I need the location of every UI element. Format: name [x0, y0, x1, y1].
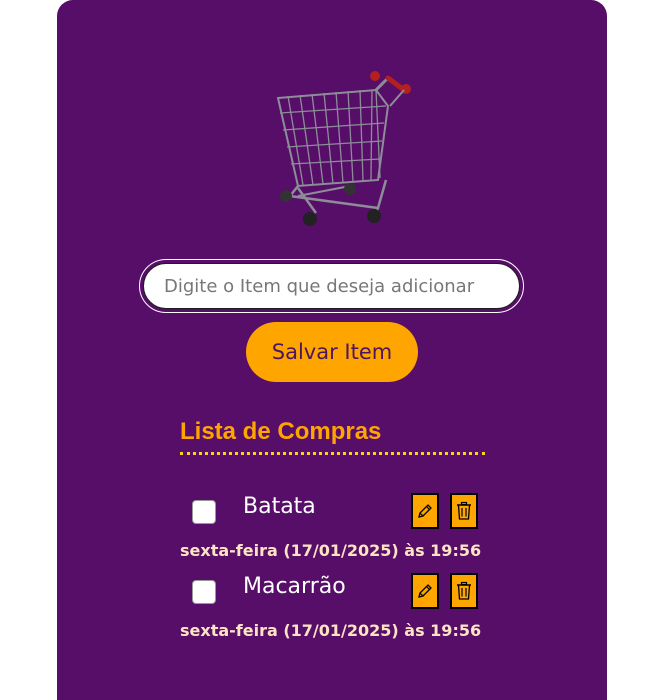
item-input[interactable]: [143, 263, 520, 309]
edit-item-button[interactable]: [411, 573, 439, 609]
list-title: Lista de Compras: [180, 418, 382, 445]
edit-item-button[interactable]: [411, 493, 439, 529]
save-item-button[interactable]: Salvar Item: [246, 322, 418, 382]
item-input-wrapper: [139, 259, 524, 313]
shopping-cart-icon: [276, 71, 411, 226]
pencil-icon: [418, 584, 432, 598]
trash-icon: [457, 501, 471, 520]
trash-icon: [457, 581, 471, 600]
pencil-icon: [418, 504, 432, 518]
item-checkbox[interactable]: [192, 500, 216, 524]
item-name: Macarrão: [243, 574, 346, 599]
item-date: sexta-feira (17/01/2025) às 19:56: [180, 621, 482, 640]
list-divider: [180, 452, 485, 455]
delete-item-button[interactable]: [450, 493, 478, 529]
item-name: Batata: [243, 494, 316, 519]
item-checkbox[interactable]: [192, 580, 216, 604]
delete-item-button[interactable]: [450, 573, 478, 609]
item-date: sexta-feira (17/01/2025) às 19:56: [180, 541, 482, 560]
